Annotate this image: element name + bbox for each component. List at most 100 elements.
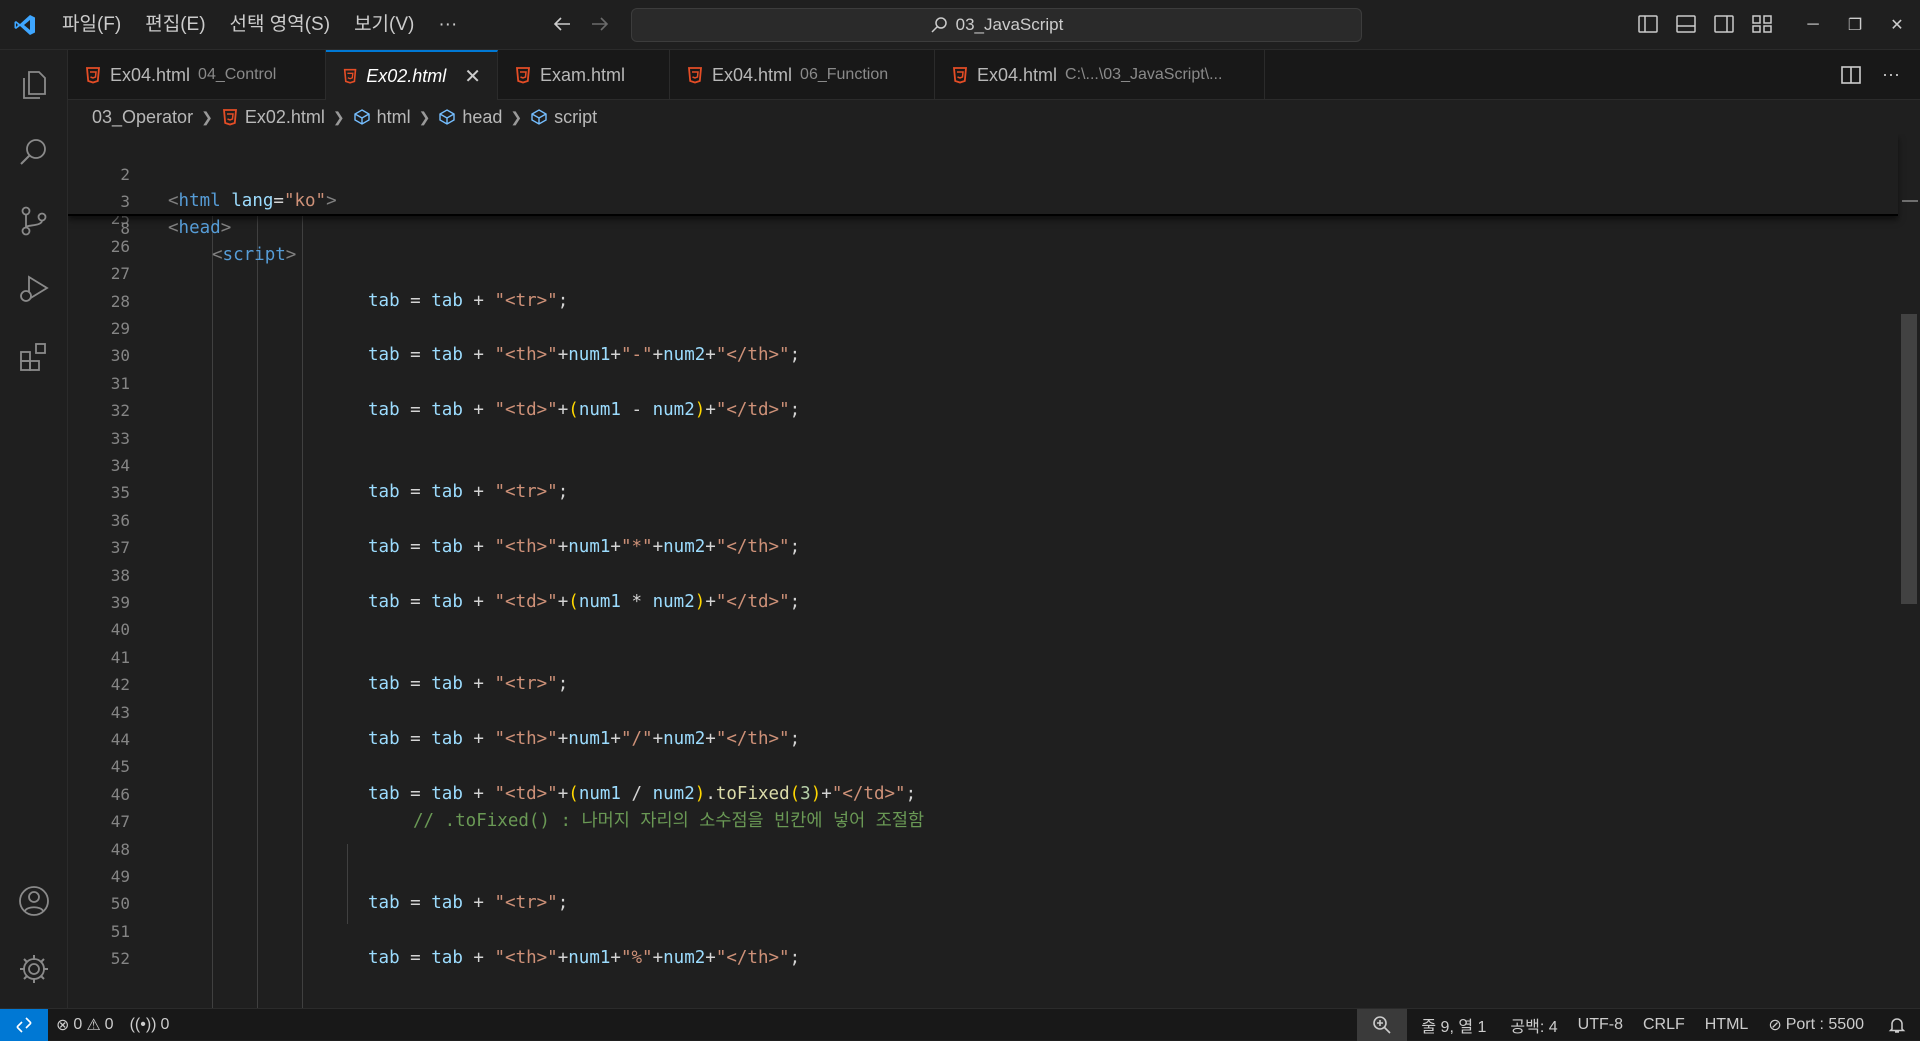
code-line[interactable]: 44 tab = tab + "<th>"+num1+"/"+num2+"</th… xyxy=(68,726,1898,753)
code-line[interactable]: 52 tab = tab + "<th>"+num1+"%"+num2+"</th… xyxy=(68,945,1898,972)
code-line[interactable]: 29 xyxy=(68,315,1898,342)
code-line[interactable]: 33 xyxy=(68,425,1898,452)
html-file-icon xyxy=(688,67,702,84)
language-mode[interactable]: HTML xyxy=(1695,1009,1759,1041)
back-arrow-icon[interactable] xyxy=(550,12,574,36)
element-symbol-icon xyxy=(439,109,456,125)
toggle-secondary-sidebar-icon[interactable] xyxy=(1712,12,1736,36)
menu-selection[interactable]: 선택 영역(S) xyxy=(218,0,343,50)
code-line[interactable]: 35 tab = tab + "<tr>"; xyxy=(68,479,1898,506)
live-server-port[interactable]: ⊘ Port : 5500 xyxy=(1758,1009,1874,1041)
run-debug-icon[interactable] xyxy=(14,269,54,309)
breadcrumb-html[interactable]: html xyxy=(377,107,411,128)
breadcrumb-script[interactable]: script xyxy=(554,107,597,128)
code-line[interactable]: 46 tab = tab + "<td>"+(num1 / num2).toFix… xyxy=(68,781,1898,808)
settings-gear-icon[interactable] xyxy=(14,949,54,989)
breadcrumb-file[interactable]: Ex02.html xyxy=(245,107,325,128)
remote-icon xyxy=(16,1016,32,1033)
code-text: tab = tab + "<td>"+(num1 / num2).toFixed… xyxy=(368,783,917,804)
code-line[interactable]: 32 tab = tab + "<td>"+(num1 - num2)+"</td… xyxy=(68,397,1898,424)
more-actions-icon[interactable]: ··· xyxy=(1882,64,1900,86)
vscode-logo-icon xyxy=(0,0,50,50)
minimize-icon[interactable]: ─ xyxy=(1792,16,1834,34)
line-number: 47 xyxy=(110,812,130,832)
problems-indicator[interactable]: ⊗ 0 ⚠ 0 xyxy=(48,1009,122,1041)
ports-indicator[interactable]: ((•)) 0 xyxy=(122,1009,178,1041)
code-text: tab = tab + "<td>"+(num1 * num2)+"</td>"… xyxy=(368,592,801,612)
tab-ex04-function[interactable]: Ex04.html 06_Function xyxy=(670,50,935,100)
code-text: tab = tab + "<th>"+num1+"%"+num2+"</th>"… xyxy=(368,948,801,969)
restore-icon[interactable]: ❐ xyxy=(1834,15,1876,35)
breadcrumb: 03_Operator ❯ Ex02.html ❯ html ❯ head ❯ … xyxy=(92,100,597,134)
line-number: 46 xyxy=(110,784,130,804)
encoding[interactable]: UTF-8 xyxy=(1568,1009,1633,1041)
code-line[interactable]: 47 // .toFixed() : 나머지 자리의 소수점을 빈칸에 넣어 조절… xyxy=(68,808,1898,835)
code-line[interactable]: 34 xyxy=(68,452,1898,479)
extensions-icon[interactable] xyxy=(14,337,54,377)
code-line[interactable]: 50 tab = tab + "<tr>"; xyxy=(68,890,1898,917)
account-icon[interactable] xyxy=(14,881,54,921)
no-entry-icon: ⊘ xyxy=(1768,1017,1782,1034)
menu-file[interactable]: 파일(F) xyxy=(50,0,133,50)
tab-label: Ex04.html xyxy=(977,64,1058,85)
line-number: 44 xyxy=(110,730,130,749)
code-line[interactable]: 27 xyxy=(68,260,1898,287)
explorer-icon[interactable] xyxy=(14,65,54,105)
cursor-position[interactable]: 줄 9, 열 1 xyxy=(1407,1009,1500,1041)
forward-arrow-icon[interactable] xyxy=(588,12,612,36)
line-number: 38 xyxy=(110,565,130,585)
sticky-line[interactable]: 8 <script> xyxy=(68,188,1898,265)
zoom-icon[interactable] xyxy=(1357,1009,1408,1041)
notifications-bell-icon[interactable] xyxy=(1874,1009,1920,1041)
customize-layout-icon[interactable] xyxy=(1750,12,1774,36)
toggle-primary-sidebar-icon[interactable] xyxy=(1636,12,1660,36)
remote-indicator[interactable] xyxy=(0,1008,48,1041)
code-line[interactable]: 41 xyxy=(68,644,1898,671)
menu-view[interactable]: 보기(V) xyxy=(342,0,426,50)
search-sidebar-icon[interactable] xyxy=(14,133,54,173)
code-text: tab = tab + "<td>"+(num1 - num2)+"</td>"… xyxy=(368,400,801,421)
code-editor[interactable]: 24tab = tab + "<td>"+(num1 + num2)+"</td… xyxy=(68,134,1920,1008)
close-window-icon[interactable]: ✕ xyxy=(1876,15,1918,35)
tab-exam[interactable]: Exam.html xyxy=(498,50,670,100)
code-line[interactable]: 48 xyxy=(68,836,1898,863)
code-line[interactable]: 45 xyxy=(68,753,1898,780)
code-line[interactable]: 36 xyxy=(68,507,1898,534)
indentation[interactable]: 공백: 4 xyxy=(1500,1009,1567,1041)
code-line[interactable]: 51 xyxy=(68,918,1898,945)
code-line[interactable]: 49 xyxy=(68,863,1898,890)
code-text: tab = tab + "<tr>"; xyxy=(368,290,569,311)
code-line[interactable]: 30 tab = tab + "<th>"+num1+"-"+num2+"</th… xyxy=(68,342,1898,369)
code-line[interactable]: 31 xyxy=(68,370,1898,397)
tab-ex04-control[interactable]: Ex04.html 04_Control xyxy=(68,50,326,100)
code-text: // .toFixed() : 나머지 자리의 소수점을 빈칸에 넣어 조절함 xyxy=(413,811,925,832)
menu-more[interactable]: ··· xyxy=(426,0,469,50)
code-line[interactable]: 40 xyxy=(68,616,1898,643)
sticky-scroll: 2 <html lang="ko"> 3 <head> 8 <script> xyxy=(68,134,1898,265)
menu-edit[interactable]: 편집(E) xyxy=(133,0,217,50)
command-center-search[interactable]: 03_JavaScript xyxy=(631,8,1362,42)
code-text: tab = tab + "<tr>"; xyxy=(368,893,569,914)
code-line[interactable]: 26 xyxy=(68,233,1898,260)
code-line[interactable]: 39 tab = tab + "<td>"+(num1 * num2)+"</td… xyxy=(68,589,1898,616)
source-control-icon[interactable] xyxy=(14,201,54,241)
tab-ex04-javascript[interactable]: Ex04.html C:\...\03_JavaScript\... xyxy=(935,50,1265,100)
code-line[interactable]: 42 tab = tab + "<tr>"; xyxy=(68,671,1898,698)
code-line[interactable]: 28 tab = tab + "<tr>"; xyxy=(68,288,1898,315)
close-tab-icon[interactable]: ✕ xyxy=(464,64,481,89)
warning-count: 0 xyxy=(104,1015,114,1033)
vertical-scrollbar[interactable] xyxy=(1898,134,1920,1008)
scrollbar-thumb[interactable] xyxy=(1901,314,1917,604)
code-line[interactable]: 37 tab = tab + "<th>"+num1+"*"+num2+"</th… xyxy=(68,534,1898,561)
code-line[interactable]: 43 xyxy=(68,699,1898,726)
breadcrumb-head[interactable]: head xyxy=(462,107,502,128)
sticky-line[interactable]: 3 <head> xyxy=(68,161,1898,238)
tab-ex02-active[interactable]: Ex02.html ✕ xyxy=(326,50,498,100)
sticky-line[interactable]: 2 <html lang="ko"> xyxy=(68,134,1898,211)
code-line[interactable]: 38 xyxy=(68,562,1898,589)
toggle-panel-icon[interactable] xyxy=(1674,12,1698,36)
end-of-line[interactable]: CRLF xyxy=(1633,1009,1695,1041)
breadcrumb-folder[interactable]: 03_Operator xyxy=(92,107,193,128)
split-editor-icon[interactable] xyxy=(1840,64,1862,86)
line-number: 43 xyxy=(110,702,130,722)
